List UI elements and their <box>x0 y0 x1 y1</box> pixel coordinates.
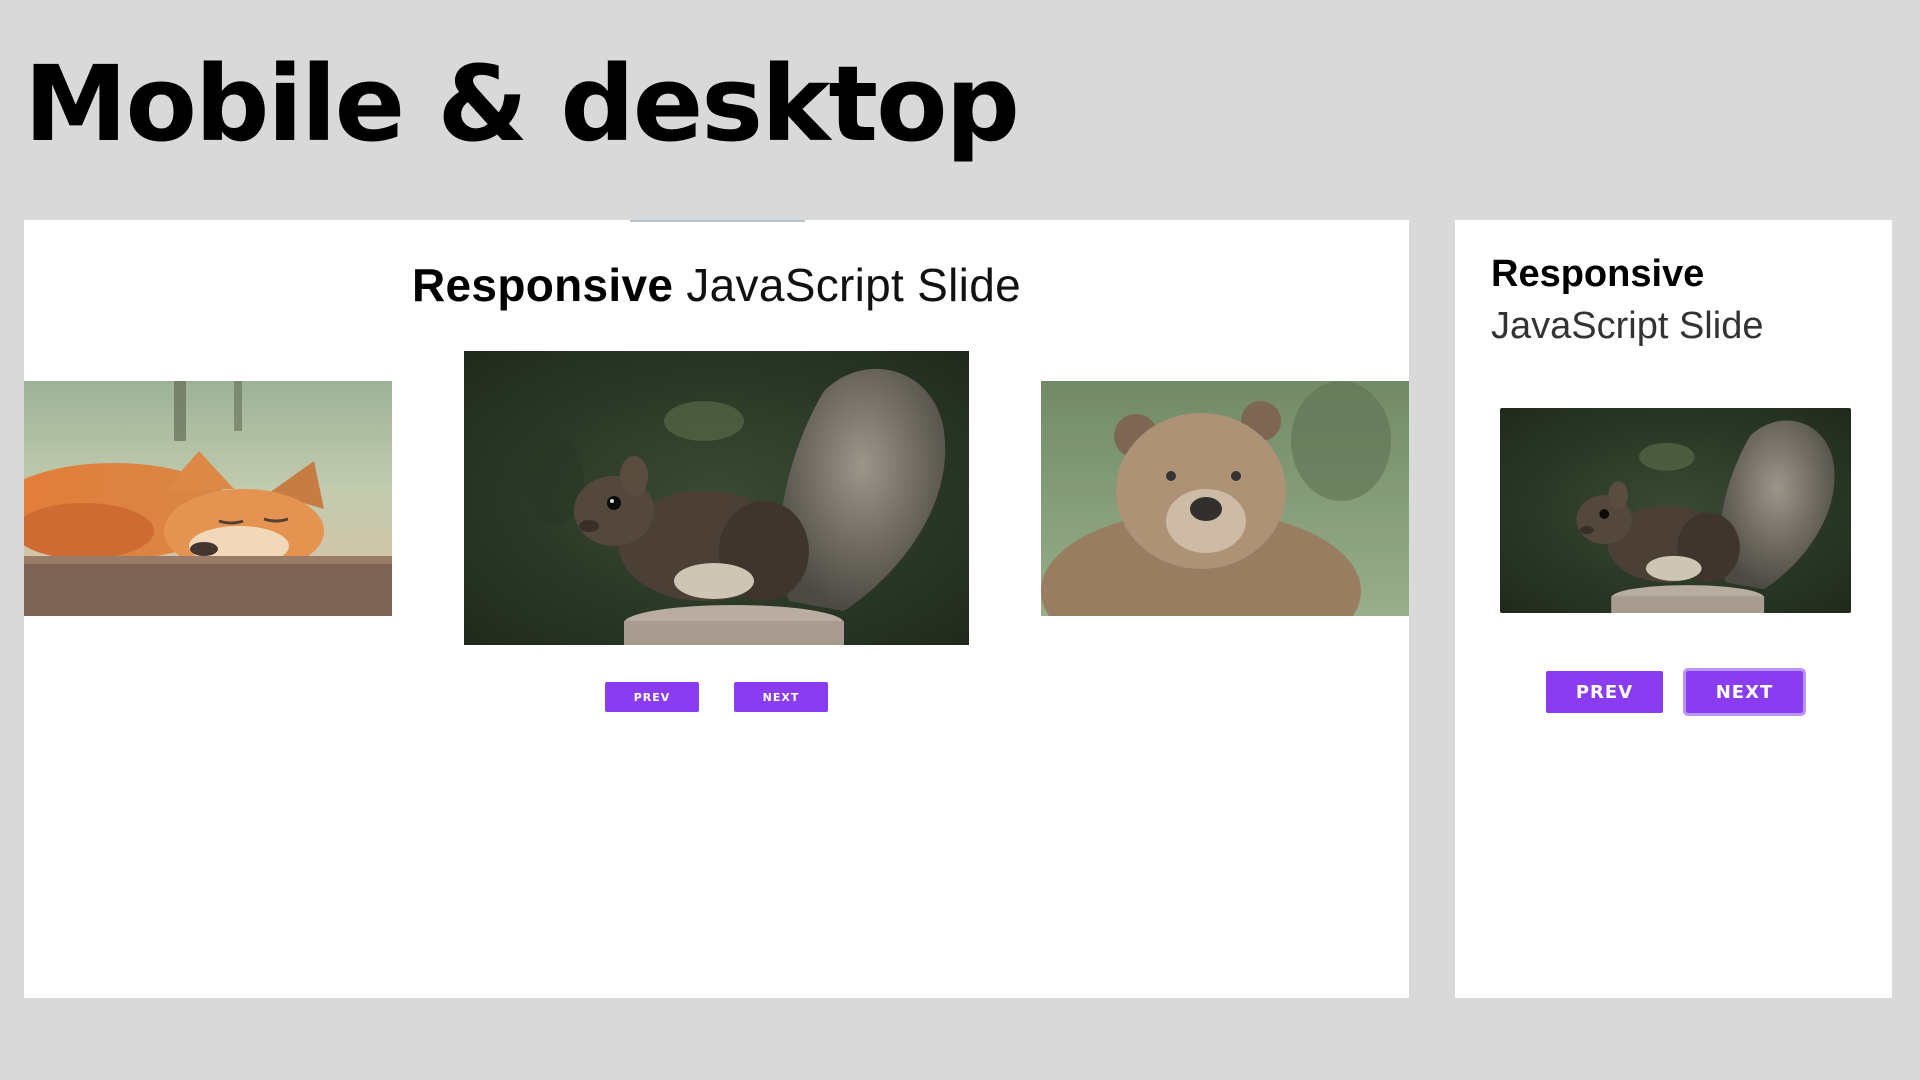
desktop-preview: Responsive JavaScript Slide PREV NEXT <box>24 220 1409 998</box>
mobile-preview: Responsive JavaScript Slide PREV NEXT <box>1455 220 1892 998</box>
prev-button[interactable]: PREV <box>605 682 699 712</box>
slider-heading-mobile: Responsive JavaScript Slide <box>1491 248 1763 352</box>
heading-light: JavaScript Slide <box>686 259 1021 311</box>
top-divider <box>630 220 805 222</box>
prev-button-mobile[interactable]: PREV <box>1546 671 1663 713</box>
slide-fox-image <box>24 381 392 616</box>
heading-bold-mobile: Responsive <box>1491 253 1705 295</box>
heading-bold: Responsive <box>412 259 674 311</box>
heading-light-mobile: JavaScript Slide <box>1491 305 1764 347</box>
slide-bear-image <box>1041 381 1409 616</box>
slide-squirrel-image <box>464 351 969 645</box>
slide-squirrel-image-mobile <box>1500 408 1851 613</box>
next-button[interactable]: NEXT <box>734 682 828 712</box>
page-title: Mobile & desktop <box>24 43 1020 165</box>
next-button-mobile[interactable]: NEXT <box>1683 668 1806 716</box>
slider-heading: Responsive JavaScript Slide <box>24 258 1409 312</box>
